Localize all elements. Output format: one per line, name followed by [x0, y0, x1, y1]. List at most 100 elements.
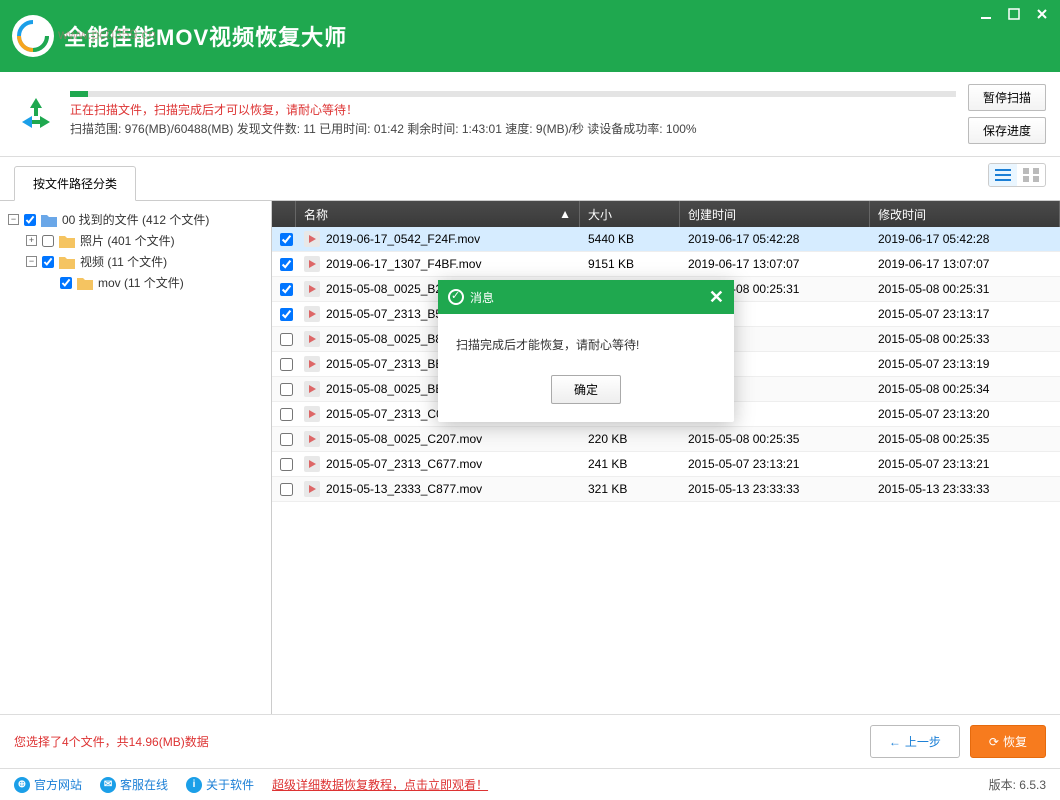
footer: ⊕官方网站 ✉客服在线 i关于软件 超级详细数据恢复教程，点击立即观看！ 版本:…: [0, 768, 1060, 800]
file-mtime: 2015-05-08 00:25:34: [870, 382, 1060, 396]
column-name[interactable]: 名称▲: [296, 201, 580, 227]
tree-label: mov (11 个文件): [98, 274, 184, 291]
video-file-icon: [304, 256, 320, 272]
file-mtime: 2015-05-08 00:25:33: [870, 332, 1060, 346]
file-ctime: 2019-06-17 13:07:07: [680, 257, 870, 271]
row-checkbox[interactable]: [280, 333, 293, 346]
video-file-icon: [304, 456, 320, 472]
row-checkbox[interactable]: [280, 483, 293, 496]
info-icon: i: [186, 777, 202, 793]
column-checkbox[interactable]: [272, 201, 296, 227]
file-name: 2015-05-07_2313_C677.mov: [326, 457, 482, 471]
row-checkbox[interactable]: [280, 233, 293, 246]
row-checkbox[interactable]: [280, 433, 293, 446]
row-checkbox[interactable]: [280, 258, 293, 271]
tree-toggle-icon[interactable]: −: [26, 256, 37, 267]
video-file-icon: [304, 431, 320, 447]
row-checkbox[interactable]: [280, 283, 293, 296]
watermark: www.pc0359.cn: [58, 26, 156, 42]
tree-toggle-icon[interactable]: −: [8, 214, 19, 225]
pause-scan-button[interactable]: 暂停扫描: [968, 84, 1046, 111]
file-mtime: 2015-05-08 00:25:35: [870, 432, 1060, 446]
official-site-link[interactable]: ⊕官方网站: [14, 776, 82, 793]
column-ctime[interactable]: 创建时间: [680, 201, 870, 227]
table-row[interactable]: 2015-05-13_2333_C877.mov321 KB2015-05-13…: [272, 477, 1060, 502]
scan-status-panel: 正在扫描文件，扫描完成后才可以恢复，请耐心等待！ 扫描范围: 976(MB)/6…: [0, 72, 1060, 157]
dialog-header: 消息 ✕: [438, 280, 734, 314]
tabbar: 按文件路径分类: [0, 157, 1060, 201]
file-size: 9151 KB: [580, 257, 680, 271]
folder-icon: [77, 276, 93, 290]
dialog-title: 消息: [470, 289, 494, 306]
support-link[interactable]: ✉客服在线: [100, 776, 168, 793]
file-ctime: 2015-05-13 23:33:33: [680, 482, 870, 496]
video-file-icon: [304, 306, 320, 322]
folder-tree[interactable]: − 00 找到的文件 (412 个文件) + 照片 (401 个文件) −视频 (11 …: [0, 201, 272, 714]
folder-icon: [59, 234, 75, 248]
dialog-body: 扫描完成后才能恢复，请耐心等待!: [438, 314, 734, 375]
tutorial-link[interactable]: 超级详细数据恢复教程，点击立即观看！: [272, 776, 488, 793]
folder-icon: [59, 255, 75, 269]
file-size: 220 KB: [580, 432, 680, 446]
row-checkbox[interactable]: [280, 408, 293, 421]
row-checkbox[interactable]: [280, 358, 293, 371]
tree-label: 00 找到的文件 (412 个文件): [62, 211, 209, 228]
scan-status-text: 正在扫描文件，扫描完成后才可以恢复，请耐心等待！ 扫描范围: 976(MB)/6…: [70, 91, 956, 137]
arrow-left-icon: ←: [889, 735, 901, 749]
row-checkbox[interactable]: [280, 383, 293, 396]
file-name: 2019-06-17_1307_F4BF.mov: [326, 257, 481, 271]
titlebar: 全能佳能MOV视频恢复大师 www.pc0359.cn: [0, 0, 1060, 72]
tree-item[interactable]: −视频 (11 个文件): [6, 251, 265, 272]
tree-checkbox[interactable]: [24, 214, 36, 226]
window-controls: [974, 4, 1054, 24]
file-mtime: 2015-05-07 23:13:21: [870, 457, 1060, 471]
tree-toggle-icon[interactable]: +: [26, 235, 37, 246]
column-size[interactable]: 大小: [580, 201, 680, 227]
scan-status-line2: 扫描范围: 976(MB)/60488(MB) 发现文件数: 11 已用时间: …: [70, 120, 956, 137]
tree-checkbox[interactable]: [60, 277, 72, 289]
recover-button[interactable]: ⟳恢复: [970, 725, 1046, 758]
version-label: 版本: 6.5.3: [989, 776, 1046, 793]
grid-view-button[interactable]: [1017, 164, 1045, 186]
save-progress-button[interactable]: 保存进度: [968, 117, 1046, 144]
tree-item[interactable]: mov (11 个文件): [6, 272, 265, 293]
file-ctime: 2015-05-08 00:25:35: [680, 432, 870, 446]
file-list[interactable]: 名称▲ 大小 创建时间 修改时间 2019-06-17_0542_F24F.mo…: [272, 201, 1060, 714]
message-dialog: 消息 ✕ 扫描完成后才能恢复，请耐心等待! 确定: [438, 280, 734, 422]
row-checkbox[interactable]: [280, 458, 293, 471]
tree-item[interactable]: − 00 找到的文件 (412 个文件): [6, 209, 265, 230]
maximize-button[interactable]: [1002, 4, 1026, 24]
globe-icon: ⊕: [14, 777, 30, 793]
video-file-icon: [304, 331, 320, 347]
row-checkbox[interactable]: [280, 308, 293, 321]
tab-by-path[interactable]: 按文件路径分类: [14, 166, 136, 201]
minimize-button[interactable]: [974, 4, 998, 24]
video-file-icon: [304, 281, 320, 297]
file-mtime: 2015-05-07 23:13:17: [870, 307, 1060, 321]
dialog-close-button[interactable]: ✕: [709, 287, 724, 308]
file-name: 2015-05-08_0025_C207.mov: [326, 432, 482, 446]
scan-progress-bar: [70, 91, 956, 97]
table-row[interactable]: 2015-05-07_2313_C677.mov241 KB2015-05-07…: [272, 452, 1060, 477]
table-row[interactable]: 2015-05-08_0025_C207.mov220 KB2015-05-08…: [272, 427, 1060, 452]
video-file-icon: [304, 231, 320, 247]
tree-checkbox[interactable]: [42, 235, 54, 247]
tree-label: 照片 (401 个文件): [80, 232, 175, 249]
close-button[interactable]: [1030, 4, 1054, 24]
prev-step-button[interactable]: ←上一步: [870, 725, 960, 758]
video-file-icon: [304, 356, 320, 372]
refresh-icon: ⟳: [989, 735, 999, 749]
about-link[interactable]: i关于软件: [186, 776, 254, 793]
check-circle-icon: [448, 289, 464, 305]
column-mtime[interactable]: 修改时间: [870, 201, 1060, 227]
dialog-ok-button[interactable]: 确定: [551, 375, 621, 404]
table-row[interactable]: 2019-06-17_1307_F4BF.mov 9151 KB2019-06-1…: [272, 252, 1060, 277]
tree-checkbox[interactable]: [42, 256, 54, 268]
file-size: 321 KB: [580, 482, 680, 496]
list-view-button[interactable]: [989, 164, 1017, 186]
view-toggle: [988, 163, 1046, 187]
tree-item[interactable]: + 照片 (401 个文件): [6, 230, 265, 251]
file-ctime: 2019-06-17 05:42:28: [680, 232, 870, 246]
table-row[interactable]: 2019-06-17_0542_F24F.mov5440 KB2019-06-1…: [272, 227, 1060, 252]
chat-icon: ✉: [100, 777, 116, 793]
